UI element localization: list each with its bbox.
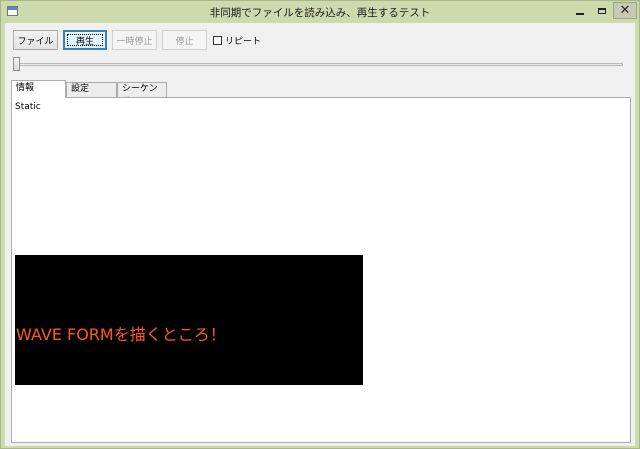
stop-button[interactable]: 停止 [162, 30, 207, 50]
minimize-icon [576, 12, 584, 15]
window-title: 非同期でファイルを読み込み、再生するテスト [209, 7, 431, 19]
minimize-button[interactable] [569, 2, 591, 19]
repeat-checkbox[interactable]: リピート [213, 34, 262, 47]
client-area: ファイル 再生 一時停止 停止 リピート 情報 設定 シーケンサ Static … [5, 23, 635, 446]
maximize-button[interactable] [591, 2, 613, 19]
repeat-checkbox-box[interactable] [213, 35, 222, 45]
seek-slider-thumb[interactable] [13, 57, 20, 71]
play-button[interactable]: 再生 [63, 30, 107, 50]
close-button[interactable]: ✕ [613, 2, 637, 19]
info-tab-panel: Static WAVE FORMを描くところ！ [11, 97, 631, 443]
waveform-placeholder-text: WAVE FORMを描くところ！ [16, 325, 226, 344]
seek-slider-track[interactable] [15, 63, 623, 66]
tab-settings[interactable]: 設定 [66, 82, 117, 97]
focus-rectangle [67, 34, 103, 46]
pause-button[interactable]: 一時停止 [112, 30, 157, 50]
static-label: Static [15, 102, 41, 112]
title-bar[interactable]: 非同期でファイルを読み込み、再生するテスト ✕ [1, 1, 639, 23]
tab-settings-label: 設定 [71, 84, 90, 94]
tab-info[interactable]: 情報 [11, 80, 66, 98]
file-button[interactable]: ファイル [13, 30, 58, 50]
repeat-label: リピート [225, 36, 262, 47]
tab-info-label: 情報 [16, 83, 35, 93]
maximize-icon [598, 7, 606, 14]
waveform-panel: WAVE FORMを描くところ！ [15, 255, 363, 385]
app-window: 非同期でファイルを読み込み、再生するテスト ✕ ファイル 再生 一時停止 停止 … [0, 0, 640, 449]
close-icon: ✕ [619, 2, 631, 18]
tab-sequencer[interactable]: シーケンサ [117, 82, 167, 107]
